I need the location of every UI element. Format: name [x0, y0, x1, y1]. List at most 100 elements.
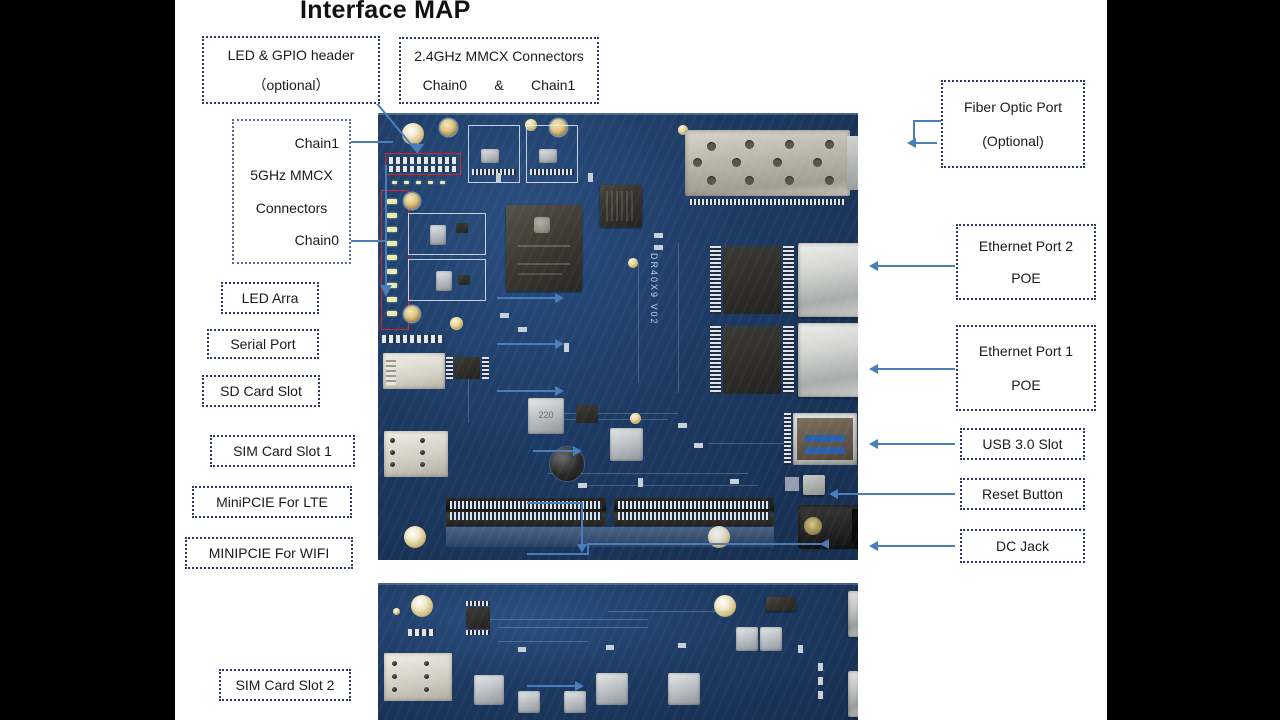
- letterbox-left: [0, 0, 175, 720]
- arrowhead-sim1: [573, 446, 582, 456]
- callout-line: （optional）: [252, 77, 330, 93]
- slide-canvas: Interface MAP DR40X9 V02 220 LED & GPIO …: [175, 0, 1107, 720]
- ethernet-port-2: [798, 243, 858, 317]
- leader-led-array-down: [380, 165, 392, 297]
- mount-hole: [404, 526, 426, 548]
- callout-sim-card-slot-1: SIM Card Slot 1: [210, 435, 355, 467]
- mount-hole: [525, 119, 537, 131]
- soc-chip: [506, 205, 582, 291]
- callout-sd-card-slot: SD Card Slot: [202, 375, 320, 407]
- sd-card-slot: [383, 353, 445, 389]
- callout-led-gpio-header: LED & GPIO header （optional）: [202, 36, 380, 104]
- callout-led-array: LED Arra: [221, 282, 319, 314]
- callout-line: Serial Port: [230, 335, 296, 352]
- callout-24ghz-mmcx: 2.4GHz MMCX Connectors Chain0 & Chain1: [399, 37, 599, 104]
- letterbox-right: [1107, 0, 1280, 720]
- arrowhead-led-array: [555, 293, 564, 303]
- arrowhead-fiber: [907, 138, 916, 148]
- arrowhead-minipcie-wifi: [820, 539, 829, 549]
- reset-button[interactable]: [803, 475, 825, 495]
- leader-serial-port: [497, 343, 555, 345]
- callout-line: Connectors: [255, 199, 328, 216]
- callout-line: Ethernet Port 1: [978, 342, 1074, 359]
- ethernet-magnetics: [723, 246, 781, 314]
- callout-fiber-optic-port: Fiber Optic Port (Optional): [941, 80, 1085, 168]
- leader-sd-card: [497, 390, 555, 392]
- leader-sim2: [527, 685, 575, 687]
- callout-line: POE: [1011, 377, 1041, 393]
- callout-line: USB 3.0 Slot: [982, 435, 1063, 452]
- callout-minipcie-lte: MiniPCIE For LTE: [192, 486, 352, 518]
- power-inductor: 220: [528, 398, 564, 434]
- mmcx-connector-5ghz-chain0: [404, 306, 420, 322]
- page-title: Interface MAP: [300, 0, 471, 24]
- leader-eth2: [875, 265, 955, 267]
- callout-ethernet-port-2: Ethernet Port 2 POE: [956, 224, 1096, 300]
- callout-serial-port: Serial Port: [207, 329, 319, 359]
- ethernet-magnetics: [723, 326, 781, 394]
- leader-minipcie-lte: [527, 502, 583, 504]
- mount-hole: [450, 317, 463, 330]
- mount-hole: [393, 608, 400, 615]
- mount-hole: [411, 595, 433, 617]
- leader-usb: [875, 443, 955, 445]
- callout-line: 5GHz MMCX: [250, 167, 333, 184]
- callout-line: (Optional): [982, 133, 1044, 149]
- arrowhead-usb: [869, 439, 878, 449]
- pcb-bottom-board: [378, 583, 858, 720]
- arrowhead-sd-card: [555, 386, 564, 396]
- callout-usb-slot: USB 3.0 Slot: [960, 428, 1085, 460]
- callout-line: POE: [1011, 270, 1041, 286]
- mount-hole: [630, 413, 641, 424]
- power-inductor: [596, 673, 628, 705]
- callout-line: Fiber Optic Port: [963, 98, 1063, 115]
- leader-sim1: [533, 450, 573, 452]
- callout-line: SIM Card Slot 1: [233, 442, 332, 459]
- arrowhead-sim2: [575, 681, 584, 691]
- mount-hole: [714, 595, 736, 617]
- arrowhead-reset: [829, 489, 838, 499]
- pcb-top-board: DR40X9 V02 220: [378, 113, 858, 560]
- callout-line: DC Jack: [996, 537, 1049, 554]
- callout-line: SD Card Slot: [220, 382, 302, 399]
- leader-fiber: [913, 120, 941, 122]
- power-inductor: [668, 673, 700, 705]
- callout-line: Chain0: [294, 231, 339, 248]
- serial-port-header: [382, 335, 444, 343]
- leader-eth1: [875, 368, 955, 370]
- power-inductor: [474, 675, 504, 705]
- arrowhead-minipcie-lte: [577, 544, 587, 553]
- callout-line: LED Arra: [241, 289, 299, 306]
- arrowhead-eth2: [869, 261, 878, 271]
- ethernet-port-1: [798, 323, 858, 397]
- leader-led-gpio-line: [369, 94, 424, 154]
- leader-dcjack: [875, 545, 955, 547]
- fiber-optic-sfp-cage: [685, 130, 858, 196]
- callout-line: Ethernet Port 2: [978, 237, 1074, 254]
- leader-led-array: [497, 297, 555, 299]
- callout-line: SIM Card Slot 2: [235, 676, 335, 693]
- callout-line: Reset Button: [982, 485, 1063, 502]
- mmcx-connector-5ghz-chain1: [404, 193, 420, 209]
- leader-minipcie-wifi: [527, 553, 587, 555]
- arrowhead-dcjack: [869, 541, 878, 551]
- mount-hole: [628, 258, 638, 268]
- usb-3-port: [793, 413, 857, 465]
- leader-reset: [835, 493, 955, 495]
- callout-ethernet-port-1: Ethernet Port 1 POE: [956, 325, 1096, 411]
- switch-ic: [600, 185, 642, 227]
- callout-dc-jack: DC Jack: [960, 529, 1085, 563]
- arrowhead-eth1: [869, 364, 878, 374]
- callout-5ghz-mmcx: Chain1 5GHz MMCX Connectors Chain0: [232, 119, 351, 264]
- callout-line: MINIPCIE For WIFI: [208, 544, 330, 561]
- led-indicator: [387, 311, 397, 316]
- callout-minipcie-wifi: MINIPCIE For WIFI: [185, 537, 353, 569]
- sim-card-slot-1: [384, 431, 448, 477]
- sim-card-slot-2: [384, 653, 452, 701]
- led-gpio-header: [389, 166, 457, 172]
- minipcie-slot-wifi: [614, 498, 774, 526]
- mmcx-connector-24ghz-chain1: [550, 119, 567, 136]
- callout-line: Chain1: [294, 135, 339, 152]
- callout-sim-card-slot-2: SIM Card Slot 2: [219, 669, 351, 701]
- arrowhead-serial-port: [555, 339, 564, 349]
